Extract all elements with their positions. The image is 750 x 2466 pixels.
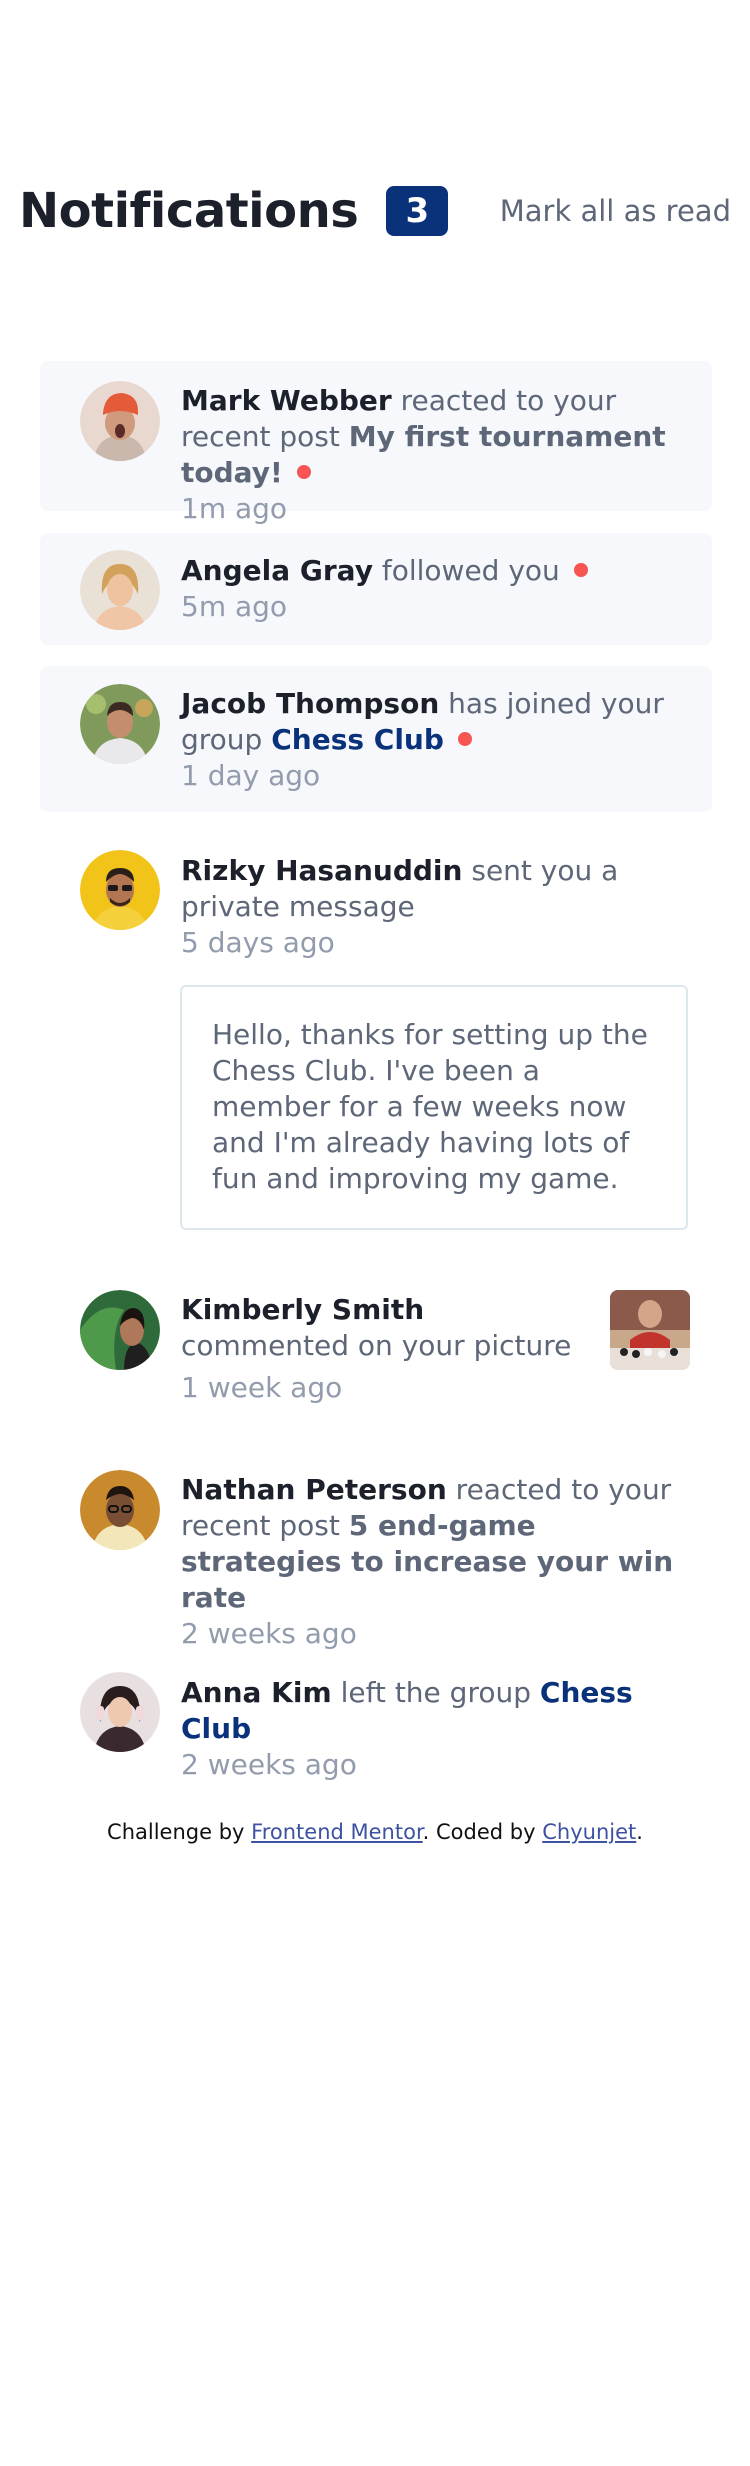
notification-item[interactable]: Angela Gray followed you 5m ago	[40, 533, 712, 645]
user-name[interactable]: Jacob Thompson	[181, 687, 439, 720]
mark-all-as-read-button[interactable]: Mark all as read	[500, 194, 731, 228]
user-name[interactable]: Rizky Hasanuddin	[181, 854, 462, 887]
user-name[interactable]: Kimberly Smith	[181, 1293, 424, 1326]
timestamp: 1 day ago	[181, 759, 321, 792]
timestamp: 5 days ago	[181, 926, 335, 959]
avatar[interactable]	[80, 684, 160, 764]
notification-text: Angela Gray followed you 5m ago	[181, 553, 686, 625]
unread-dot	[457, 732, 472, 746]
private-message[interactable]: Hello, thanks for setting up the Chess C…	[180, 985, 688, 1230]
avatar[interactable]	[80, 381, 160, 461]
notification-item[interactable]: Rizky Hasanuddin sent you a private mess…	[40, 833, 712, 963]
notification-action: followed you	[381, 554, 560, 587]
notification-text: Mark Webber reacted to your recent post …	[181, 383, 686, 527]
group-link[interactable]: Chess Club	[271, 723, 444, 756]
user-name[interactable]: Angela Gray	[181, 554, 373, 587]
footer-suffix: .	[636, 1820, 643, 1844]
avatar[interactable]	[80, 1290, 160, 1370]
frontend-mentor-link[interactable]: Frontend Mentor	[251, 1820, 423, 1844]
notification-item[interactable]: Anna Kim left the group Chess Club 2 wee…	[40, 1655, 712, 1781]
notification-action: left the group	[340, 1676, 531, 1709]
notification-text: Nathan Peterson reacted to your recent p…	[181, 1472, 686, 1652]
avatar[interactable]	[80, 550, 160, 630]
timestamp: 1m ago	[181, 492, 288, 525]
title-group: Notifications 3	[19, 183, 449, 239]
notification-text: Jacob Thompson has joined your group Che…	[181, 686, 686, 794]
notification-item[interactable]: Mark Webber reacted to your recent post …	[40, 361, 712, 525]
notification-item[interactable]: Nathan Peterson reacted to your recent p…	[40, 1450, 712, 1650]
timestamp: 1 week ago	[181, 1371, 343, 1404]
user-name[interactable]: Mark Webber	[181, 384, 392, 417]
page-title: Notifications	[19, 183, 359, 239]
unread-dot	[296, 465, 311, 479]
avatar[interactable]	[80, 1672, 160, 1752]
notification-item[interactable]: Jacob Thompson has joined your group Che…	[40, 666, 712, 812]
avatar[interactable]	[80, 850, 160, 930]
timestamp: 2 weeks ago	[181, 1748, 357, 1781]
footer-prefix: Challenge by	[107, 1820, 245, 1844]
user-name[interactable]: Nathan Peterson	[181, 1473, 447, 1506]
commented-picture[interactable]	[610, 1290, 690, 1370]
timestamp: 5m ago	[181, 590, 288, 623]
notifications-page: Notifications 3 Mark all as read Mark We…	[0, 0, 750, 2466]
attribution-footer: Challenge by Frontend Mentor. Coded by C…	[0, 1818, 750, 1846]
notification-text: Kimberly Smith commented on your picture…	[181, 1292, 601, 1406]
timestamp: 2 weeks ago	[181, 1617, 357, 1650]
author-link[interactable]: Chyunjet	[542, 1820, 636, 1844]
header: Notifications 3 Mark all as read	[19, 180, 731, 242]
unread-count-badge: 3	[386, 186, 449, 236]
notification-action: commented on your picture	[181, 1329, 572, 1362]
notification-text: Anna Kim left the group Chess Club 2 wee…	[181, 1675, 686, 1783]
unread-dot	[573, 563, 588, 577]
avatar[interactable]	[80, 1470, 160, 1550]
user-name[interactable]: Anna Kim	[181, 1676, 332, 1709]
footer-middle: . Coded by	[422, 1820, 536, 1844]
notification-text: Rizky Hasanuddin sent you a private mess…	[181, 853, 686, 961]
